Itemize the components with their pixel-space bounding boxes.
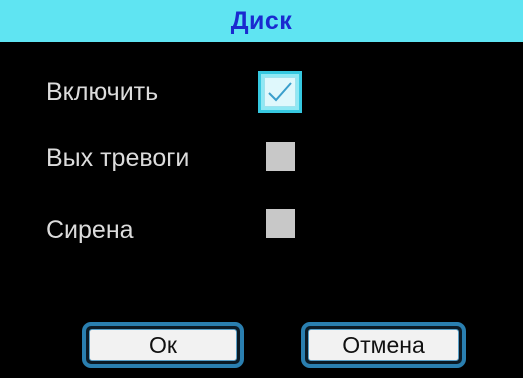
cancel-button-label: Отмена [308, 329, 459, 361]
title-bar: Диск [0, 0, 523, 42]
alarm-output-checkbox[interactable] [266, 142, 295, 171]
disk-dialog: Диск Включить Вых тревоги Сирена Ок Отме… [0, 0, 523, 378]
enable-checkbox[interactable] [258, 71, 302, 113]
ok-button[interactable]: Ок [82, 322, 244, 368]
enable-label: Включить [46, 78, 159, 106]
enable-checkbox-face [264, 77, 296, 107]
dialog-title: Диск [230, 6, 293, 35]
ok-button-label: Ок [89, 329, 237, 361]
checkmark-icon [268, 82, 292, 102]
alarm-output-label: Вых тревоги [46, 144, 190, 172]
siren-label: Сирена [46, 216, 134, 244]
siren-checkbox[interactable] [266, 209, 295, 238]
cancel-button[interactable]: Отмена [301, 322, 466, 368]
